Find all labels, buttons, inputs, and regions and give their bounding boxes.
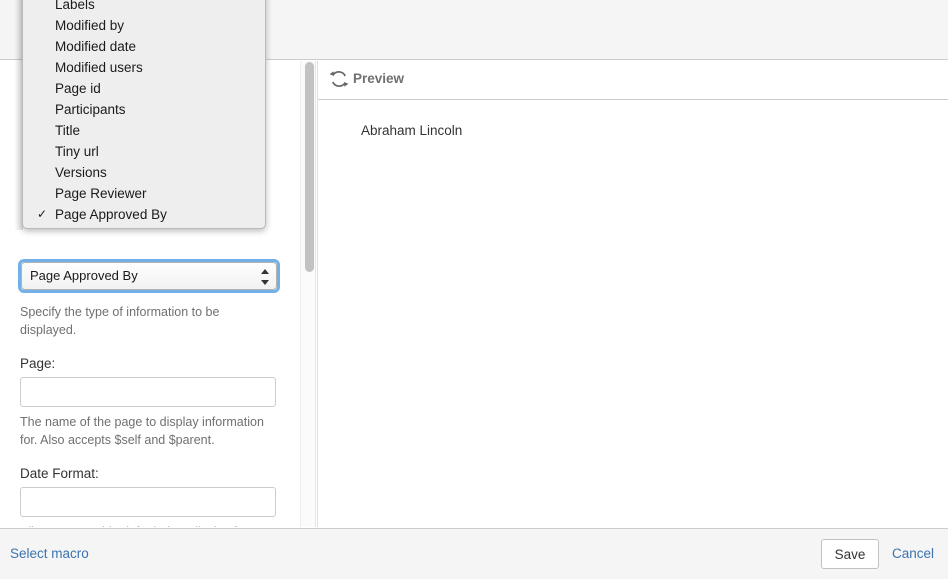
select-stepper-arrows[interactable] [261, 267, 270, 287]
dropdown-option-label: Page Reviewer [55, 186, 147, 201]
dropdown-option[interactable]: Page id [23, 78, 265, 99]
dropdown-option[interactable]: Title [23, 120, 265, 141]
dropdown-option[interactable]: Labels [23, 0, 265, 15]
preview-panel: Preview Abraham Lincoln [317, 61, 948, 527]
dropdown-option-label: Page Approved By [55, 207, 167, 222]
preview-title: Preview [353, 71, 405, 86]
select-macro-link[interactable]: Select macro [10, 546, 89, 561]
preview-header: Preview [318, 61, 948, 100]
dropdown-option[interactable]: Versions [23, 162, 265, 183]
form-scrollbar-thumb[interactable] [304, 62, 314, 272]
form-scrollbar[interactable] [300, 61, 316, 527]
dropdown-option-label: Labels [55, 0, 95, 12]
information-select-dropdown[interactable]: Labels Modified by Modified date Modified u… [22, 0, 266, 229]
dropdown-option[interactable]: Modified date [23, 36, 265, 57]
dropdown-option[interactable]: Tiny url [23, 141, 265, 162]
dropdown-option-label: Modified users [55, 60, 143, 75]
dropdown-option[interactable]: Modified users [23, 57, 265, 78]
dropdown-option-label: Page id [55, 81, 101, 96]
dropdown-option[interactable]: ✓ Page Approved By [23, 204, 265, 225]
cancel-link[interactable]: Cancel [892, 546, 934, 561]
dropdown-option-label: Modified by [55, 18, 125, 33]
page-input[interactable] [20, 377, 276, 407]
dropdown-option-label: Tiny url [55, 144, 99, 159]
check-icon: ✓ [37, 207, 48, 221]
dropdown-option[interactable]: Modified by [23, 15, 265, 36]
date-format-field-label: Date Format: [20, 466, 99, 481]
select-box[interactable]: Page Approved By [21, 262, 277, 290]
chevron-up-icon [261, 269, 269, 274]
page-field-description: The name of the page to display informat… [20, 415, 264, 447]
information-select[interactable]: Page Approved By [18, 259, 280, 293]
page-field-label: Page: [20, 356, 56, 371]
select-selected-value: Page Approved By [30, 268, 138, 283]
dropdown-option-label: Participants [55, 102, 126, 117]
macro-editor-dialog: acro ut Page Approved By Specify the typ… [0, 0, 948, 579]
dropdown-option-label: Versions [55, 165, 107, 180]
dialog-footer: Select macro Save Cancel [0, 528, 948, 579]
refresh-icon[interactable] [329, 69, 349, 89]
preview-content: Abraham Lincoln [361, 123, 463, 138]
date-format-field-description: Allows to override default date display … [20, 523, 278, 527]
dropdown-option-label: Title [55, 123, 81, 138]
dropdown-option[interactable]: Participants [23, 99, 265, 120]
information-select-description: Specify the type of information to be di… [20, 305, 220, 337]
chevron-down-icon [261, 280, 269, 285]
dropdown-option-label: Modified date [55, 39, 137, 54]
dropdown-option[interactable]: Page Reviewer [23, 183, 265, 204]
save-button[interactable]: Save [821, 539, 879, 569]
date-format-input[interactable] [20, 487, 276, 517]
